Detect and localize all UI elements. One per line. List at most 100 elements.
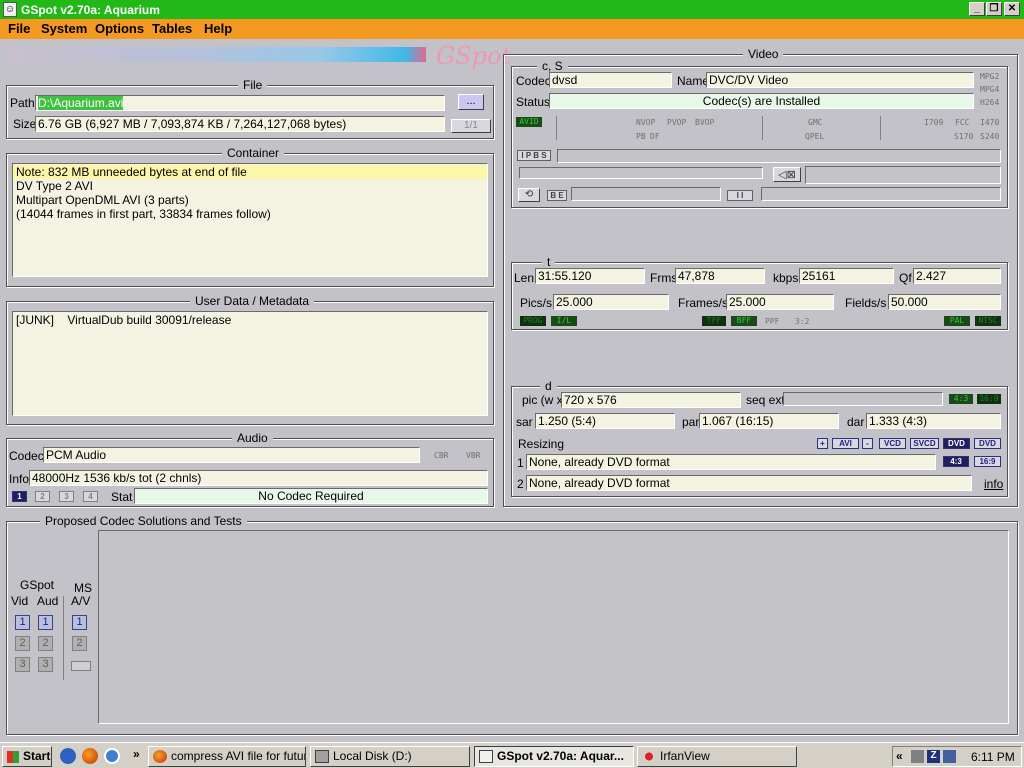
fcc-indicator: FCC: [955, 118, 970, 127]
gspot-vid-1-button[interactable]: 1: [15, 615, 30, 630]
pal-indicator: PAL: [944, 316, 970, 326]
info-link[interactable]: info: [984, 477, 1003, 491]
size-field: 6.76 GB (6,927 MB / 7,093,874 KB / 7,264…: [35, 116, 445, 132]
minimize-button[interactable]: _: [969, 2, 985, 16]
df-indicator: DF: [650, 132, 660, 141]
resize-row1-field: None, already DVD format: [526, 454, 936, 470]
gspot-aud-3-button[interactable]: 3: [38, 657, 53, 672]
resize-dvd-button[interactable]: DVD: [943, 438, 970, 449]
resize-vcd-button[interactable]: VCD: [879, 438, 906, 449]
menu-options[interactable]: Options: [95, 21, 144, 36]
pics-field: 25.000: [553, 294, 669, 310]
ii-buttons[interactable]: I I: [727, 190, 753, 201]
path-value: D:\Aquarium.avi: [38, 96, 124, 110]
ppf-indicator: PPF: [765, 317, 780, 326]
menu-system[interactable]: System: [41, 21, 87, 36]
pic-field: 720 x 576: [561, 392, 741, 408]
container-group-title: Container: [222, 147, 285, 159]
zonealarm-icon[interactable]: Z: [927, 750, 940, 763]
gspot-logo: GSpot: [436, 42, 512, 70]
taskbar-item-firefox[interactable]: compress AVI file for futur...: [148, 746, 306, 767]
ms-label: MS: [74, 581, 92, 595]
network-icon[interactable]: [943, 750, 956, 763]
browse-button[interactable]: ...: [458, 94, 484, 110]
window-title: GSpot v2.70a: Aquarium: [21, 3, 160, 17]
menu-help[interactable]: Help: [204, 21, 232, 36]
refresh-launch-icon[interactable]: [104, 748, 120, 764]
resize-avi-button[interactable]: AVI: [832, 438, 859, 449]
start-button[interactable]: Start: [2, 746, 52, 767]
mpg4-indicator: MPG4: [980, 85, 1000, 94]
i709-indicator: I709: [924, 118, 944, 127]
ms-av-1-button[interactable]: 1: [72, 615, 87, 630]
audio-stream-2[interactable]: 2: [35, 491, 50, 502]
userdata-group-title: User Data / Metadata: [190, 295, 315, 307]
be-buttons[interactable]: B E: [547, 190, 567, 201]
gspot-aud-2-button[interactable]: 2: [38, 636, 53, 651]
container-line: (14044 frames in first part, 33834 frame…: [16, 207, 271, 221]
drive-icon: [315, 750, 329, 763]
gspot-vid-3-button[interactable]: 3: [15, 657, 30, 672]
fields-per-sec-field: 50.000: [888, 294, 1001, 310]
video-codec-field: dvsd: [549, 72, 672, 88]
container-list[interactable]: Note: 832 MB unneeded bytes at end of fi…: [12, 163, 488, 277]
fields-per-sec-label: Fields/s: [845, 296, 887, 310]
close-button[interactable]: ✕: [1004, 2, 1020, 16]
aud-label: Aud: [37, 594, 59, 608]
firefox-icon: [153, 750, 167, 763]
par-field: 1.067 (16:15): [699, 413, 839, 429]
gspot-vid-2-button[interactable]: 2: [15, 636, 30, 651]
video-name-label: Name: [677, 74, 710, 88]
ie-icon[interactable]: [60, 748, 76, 764]
path-field[interactable]: D:\Aquarium.avi: [35, 95, 445, 111]
quicklaunch-chevron-icon[interactable]: »: [133, 747, 140, 761]
menu-tables[interactable]: Tables: [152, 21, 192, 36]
audio-stream-4[interactable]: 4: [83, 491, 98, 502]
ar-16-9-indicator: 16:9: [977, 394, 1001, 404]
refresh-icon[interactable]: ⟲: [518, 188, 540, 202]
audio-stream-3[interactable]: 3: [59, 491, 74, 502]
ii-bar: [761, 187, 1001, 201]
resize-16-9-button[interactable]: 16:9: [974, 456, 1001, 467]
pb-indicator: PB: [636, 132, 646, 141]
av-label: A/V: [71, 594, 91, 608]
gspot-aud-1-button[interactable]: 1: [38, 615, 53, 630]
menu-file[interactable]: File: [8, 21, 30, 36]
ipbs-buttons[interactable]: I P B S: [517, 150, 551, 161]
taskbar-item-local-disk[interactable]: Local Disk (D:): [310, 746, 470, 767]
resize-row1-number: 1: [517, 456, 524, 470]
tray-chevron-icon[interactable]: «: [896, 749, 903, 763]
s240-indicator: S240: [980, 132, 1000, 141]
restore-button[interactable]: ❐: [986, 2, 1002, 16]
resize-dvd2-button[interactable]: DVD: [974, 438, 1001, 449]
speaker-icon[interactable]: ◁⊠: [773, 167, 801, 182]
proposed-results-area[interactable]: [98, 530, 1009, 724]
video-status-label: Status: [516, 95, 551, 109]
resize-4-3-button[interactable]: 4:3: [943, 456, 969, 467]
container-line: DV Type 2 AVI: [16, 179, 93, 193]
bff-indicator: BFF: [731, 316, 757, 326]
codec-subgroup-title: c, S: [537, 60, 568, 72]
taskbar-item-irfanview[interactable]: IrfanView: [637, 746, 797, 767]
userdata-value: VirtualDub build 30091/release: [67, 313, 232, 327]
firefox-icon[interactable]: [82, 748, 98, 764]
qpel-indicator: QPEL: [805, 132, 825, 141]
userdata-list[interactable]: [JUNK] VirtualDub build 30091/release: [12, 311, 488, 416]
resize-minus-button[interactable]: -: [862, 438, 873, 449]
system-tray: « Z 6:11 PM: [892, 746, 1022, 767]
ms-av-2-button[interactable]: 2: [72, 636, 87, 651]
part-counter: 1/1: [451, 119, 491, 133]
resize-row2-number: 2: [517, 477, 524, 491]
tray-icon[interactable]: [911, 750, 924, 763]
resize-svcd-button[interactable]: SVCD: [910, 438, 939, 449]
audio-stream-1[interactable]: 1: [12, 491, 27, 502]
start-label: Start: [23, 749, 51, 763]
proposed-group-title: Proposed Codec Solutions and Tests: [40, 515, 247, 527]
ms-av-slot[interactable]: [71, 661, 91, 671]
i470-indicator: I470: [980, 118, 1000, 127]
taskbar-item-gspot[interactable]: GSpot v2.70a: Aquar...: [474, 746, 634, 767]
sar-field: 1.250 (5:4): [535, 413, 675, 429]
gspot-app-icon[interactable]: ☺: [3, 2, 17, 17]
title-bar[interactable]: ☺ GSpot v2.70a: Aquarium _ ❐ ✕: [0, 0, 1024, 19]
resize-plus-button[interactable]: +: [817, 438, 828, 449]
